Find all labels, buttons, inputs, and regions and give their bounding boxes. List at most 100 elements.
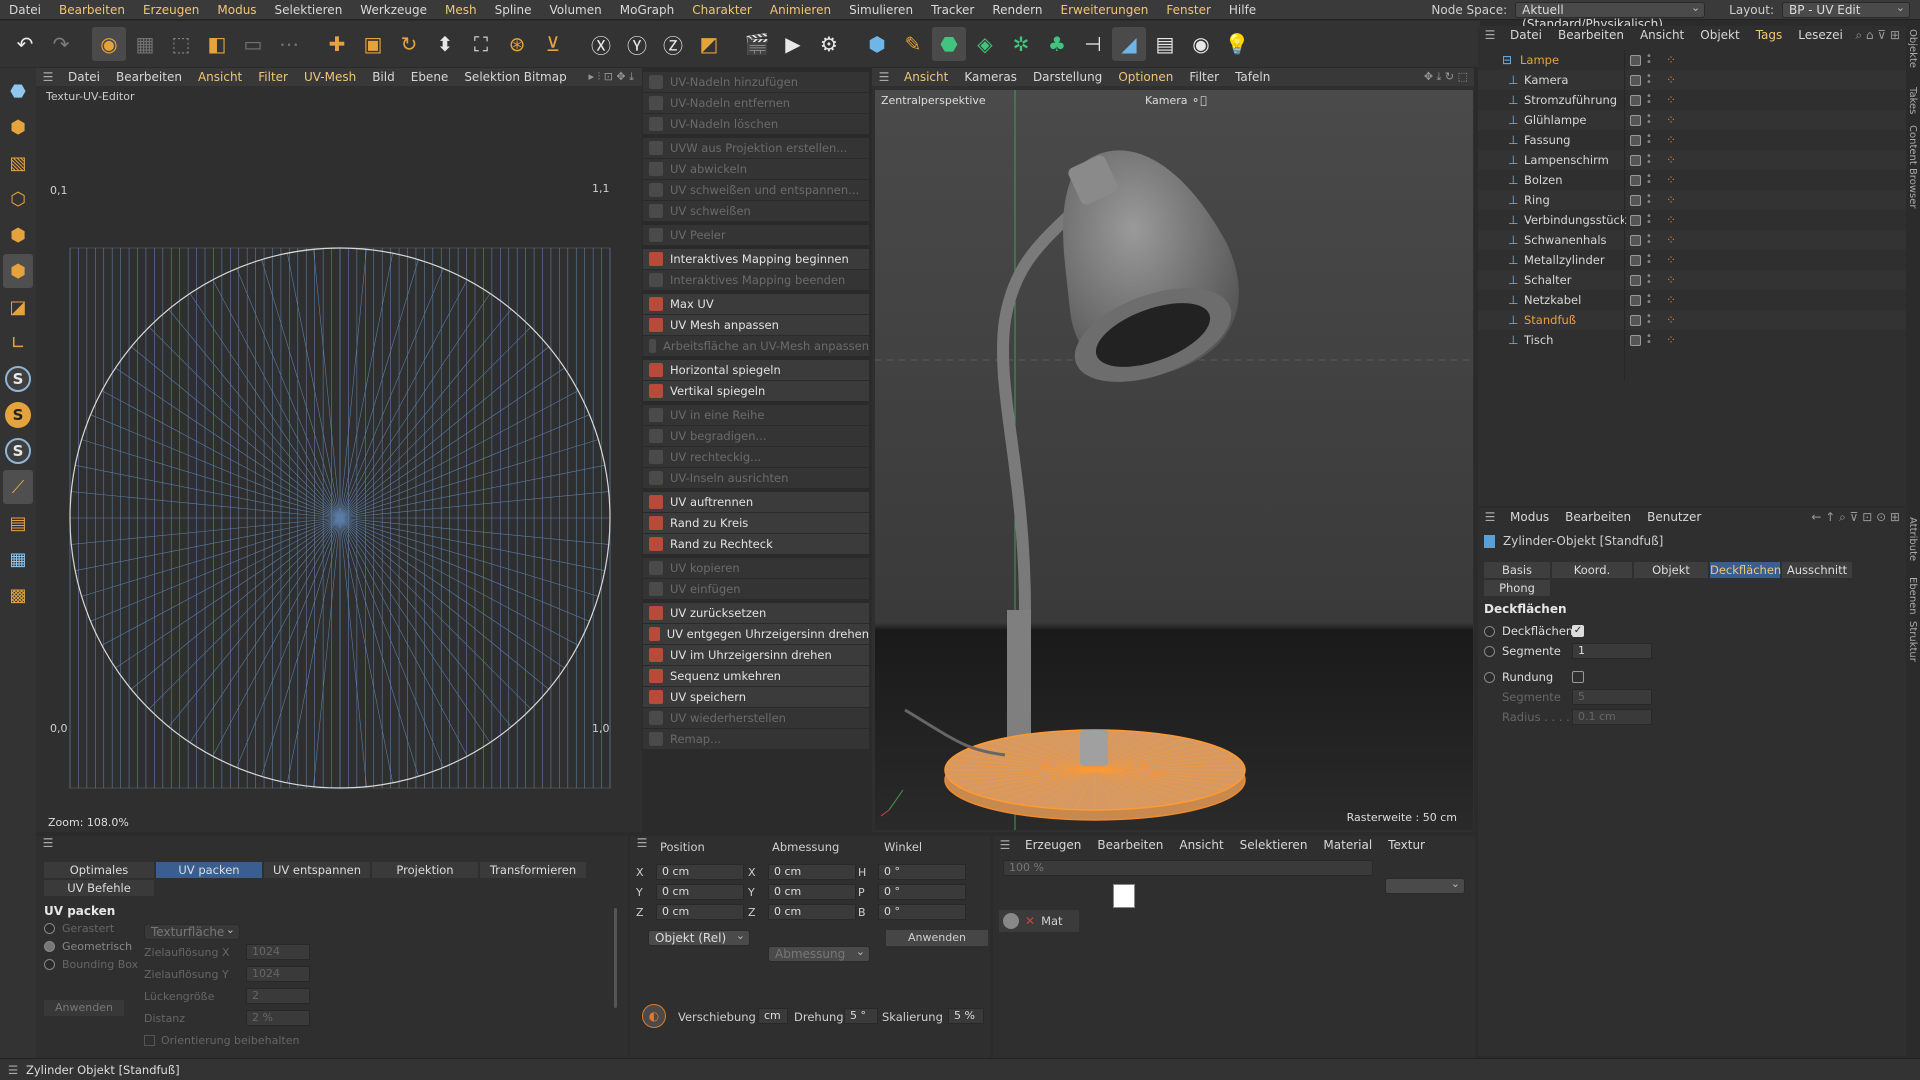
size-mode-dropdown[interactable]: Abmessung bbox=[768, 945, 870, 962]
uv-command-item[interactable]: UV-Nadeln hinzufügen bbox=[643, 72, 869, 92]
light-icon[interactable]: 💡 bbox=[1220, 27, 1254, 61]
uv-nav-icons[interactable]: ▸ ⫶ ⊡ ✥ ⤓ bbox=[588, 70, 642, 84]
uv-command-item[interactable]: UV rechteckig... bbox=[643, 447, 869, 467]
side-tab-objekte[interactable]: Objekte bbox=[1907, 29, 1918, 68]
render-visibility-dots[interactable]: • • bbox=[1646, 272, 1652, 288]
coords-apply-button[interactable]: Anwenden bbox=[886, 930, 988, 946]
mat-menu-material[interactable]: Material bbox=[1315, 838, 1380, 852]
render-visibility-dots[interactable]: • • bbox=[1646, 132, 1652, 148]
uvw-tag-icon[interactable]: ⁘ bbox=[1666, 93, 1676, 107]
segmente2-field[interactable]: 5 bbox=[1572, 689, 1652, 705]
uv-command-item[interactable]: UV schweißen bbox=[643, 201, 869, 221]
uv-menu-datei[interactable]: Datei bbox=[60, 70, 108, 84]
skalierung-field[interactable]: 5 % bbox=[948, 1008, 984, 1024]
uv-command-item[interactable]: Horizontal spiegeln bbox=[643, 360, 869, 380]
render-visibility-dots[interactable]: • • bbox=[1646, 312, 1652, 328]
vp-menu-darstellung[interactable]: Darstellung bbox=[1025, 70, 1110, 84]
menu-animieren[interactable]: Animieren bbox=[761, 3, 840, 17]
tab-uv-befehle[interactable]: UV Befehle bbox=[44, 880, 154, 896]
am-menu-benutzer[interactable]: Benutzer bbox=[1639, 510, 1709, 524]
uv-menu-bearbeiten[interactable]: Bearbeiten bbox=[108, 70, 190, 84]
render-visibility-dots[interactable]: • • bbox=[1646, 192, 1652, 208]
scale-tool-icon[interactable]: ▣ bbox=[356, 27, 390, 61]
material-zoom-slider[interactable]: 100 % bbox=[1003, 860, 1373, 876]
uv-command-item[interactable]: UV auftrennen bbox=[643, 492, 869, 512]
tab-basis[interactable]: Basis bbox=[1484, 562, 1550, 578]
camera-icon[interactable]: ◉ bbox=[1184, 27, 1218, 61]
tab-phong[interactable]: Phong bbox=[1484, 580, 1550, 596]
anim-radio[interactable] bbox=[1484, 645, 1495, 657]
uvpack-apply-button[interactable]: Anwenden bbox=[44, 1000, 124, 1016]
uv-command-item[interactable]: Arbeitsfläche an UV-Mesh anpassen bbox=[643, 336, 869, 356]
workplane-icon[interactable]: ⟋ bbox=[3, 470, 33, 504]
visibility-checkbox[interactable] bbox=[1630, 254, 1641, 266]
texture-preview-thumbnail[interactable] bbox=[1113, 884, 1135, 908]
uvw-tag-icon[interactable]: ⁘ bbox=[1666, 193, 1676, 207]
uv-menu-ebene[interactable]: Ebene bbox=[403, 70, 457, 84]
rotate-tool-icon[interactable]: ↻ bbox=[392, 27, 426, 61]
axis-mode-icon[interactable]: ∟ bbox=[3, 326, 33, 360]
uv-canvas[interactable]: V U bbox=[36, 118, 642, 838]
uvw-tag-icon[interactable]: ⁘ bbox=[1666, 153, 1676, 167]
visibility-checkbox[interactable] bbox=[1630, 214, 1641, 226]
object-row[interactable]: ⊥ Tisch • • ⁘ bbox=[1478, 330, 1906, 350]
menu-charakter[interactable]: Charakter bbox=[683, 3, 761, 17]
am-nav-icons[interactable]: ← ↑ ⌕ ⊽ ⊡ ⊙ ⊞ bbox=[1811, 510, 1906, 525]
menu-hilfe[interactable]: Hilfe bbox=[1220, 3, 1265, 17]
uvw-tag-icon[interactable]: ⁘ bbox=[1666, 73, 1676, 87]
menu-tracker[interactable]: Tracker bbox=[922, 3, 983, 17]
tab-ausschnitt[interactable]: Ausschnitt bbox=[1782, 562, 1852, 578]
cube-primitive-icon[interactable]: ⬢ bbox=[860, 27, 894, 61]
uv-menu-bild[interactable]: Bild bbox=[364, 70, 403, 84]
y-axis-icon[interactable]: Ⓨ bbox=[620, 27, 654, 61]
path-select-icon[interactable]: ⋯ bbox=[272, 27, 306, 61]
object-row[interactable]: ⊟ Lampe • • ⁘ bbox=[1478, 50, 1906, 70]
coord-value-field[interactable]: 0 ° bbox=[878, 864, 966, 880]
coord-system-icon[interactable]: ⊛ bbox=[500, 27, 534, 61]
pen-spline-icon[interactable]: ✎ bbox=[896, 27, 930, 61]
uvw-tag-icon[interactable]: ⁘ bbox=[1666, 313, 1676, 327]
uv-menu-selektion-bitmap[interactable]: Selektion Bitmap bbox=[456, 70, 574, 84]
distanz-field[interactable]: 2 % bbox=[246, 1010, 310, 1026]
live-select-icon[interactable]: ▦ bbox=[128, 27, 162, 61]
texturflaeche-dropdown[interactable]: Texturfläche bbox=[144, 923, 240, 940]
visibility-checkbox[interactable] bbox=[1630, 134, 1641, 146]
object-row[interactable]: ⊥ Metallzylinder • • ⁘ bbox=[1478, 250, 1906, 270]
segmente-field[interactable]: 1 bbox=[1572, 643, 1652, 659]
grid-plane-icon[interactable]: ▤ bbox=[3, 506, 33, 540]
uv-command-item[interactable]: Interaktives Mapping beginnen bbox=[643, 249, 869, 269]
deckflaechen-checkbox[interactable]: ✓ bbox=[1572, 625, 1584, 637]
uvw-tag-icon[interactable]: ⁘ bbox=[1666, 213, 1676, 227]
visibility-checkbox[interactable] bbox=[1630, 234, 1641, 246]
uvw-tag-icon[interactable]: ⁘ bbox=[1666, 293, 1676, 307]
om-menu-objekt[interactable]: Objekt bbox=[1692, 28, 1747, 42]
opt-gerastert[interactable]: Gerastert bbox=[44, 922, 114, 935]
om-toolbar-icons[interactable]: ⌕ ⌂ ⊽ ⊞ bbox=[1855, 28, 1906, 43]
uv-command-item[interactable]: UV zurücksetzen bbox=[643, 603, 869, 623]
material-filter-dropdown[interactable] bbox=[1385, 877, 1465, 894]
frame-selection-icon[interactable]: ⛶ bbox=[464, 27, 498, 61]
menu-volumen[interactable]: Volumen bbox=[541, 3, 611, 17]
deformer-icon[interactable]: ⊣ bbox=[1076, 27, 1110, 61]
uv-menu-ansicht[interactable]: Ansicht bbox=[190, 70, 250, 84]
uv-command-item[interactable]: Remap... bbox=[643, 729, 869, 749]
tab-deckflaechen[interactable]: Deckflächen bbox=[1710, 562, 1781, 578]
uv-polygons-icon[interactable]: ◪ bbox=[3, 290, 33, 324]
mat-menu-ansicht[interactable]: Ansicht bbox=[1171, 838, 1231, 852]
render-visibility-dots[interactable]: • • bbox=[1646, 232, 1652, 248]
mat-menu-bearbeiten[interactable]: Bearbeiten bbox=[1089, 838, 1171, 852]
menu-erweiterungen[interactable]: Erweiterungen bbox=[1051, 3, 1157, 17]
coord-value-field[interactable]: 0 cm bbox=[656, 884, 744, 900]
model-mode-icon[interactable]: ⬢ bbox=[3, 110, 33, 144]
am-menu-icon[interactable]: ☰ bbox=[1478, 510, 1502, 524]
points-mode-icon[interactable]: ⬡ bbox=[3, 182, 33, 216]
snap-grid-icon[interactable]: S bbox=[3, 434, 33, 468]
vp-menu-tafeln[interactable]: Tafeln bbox=[1227, 70, 1278, 84]
uv-command-item[interactable]: UV begradigen... bbox=[643, 426, 869, 446]
render-visibility-dots[interactable]: • • bbox=[1646, 252, 1652, 268]
visibility-checkbox[interactable] bbox=[1630, 94, 1641, 106]
uv-command-item[interactable]: UV Mesh anpassen bbox=[643, 315, 869, 335]
uvw-tag-icon[interactable]: ⁘ bbox=[1666, 53, 1676, 67]
mat-menu-textur[interactable]: Textur bbox=[1380, 838, 1433, 852]
viewport-menu-icon[interactable]: ☰ bbox=[872, 70, 896, 84]
